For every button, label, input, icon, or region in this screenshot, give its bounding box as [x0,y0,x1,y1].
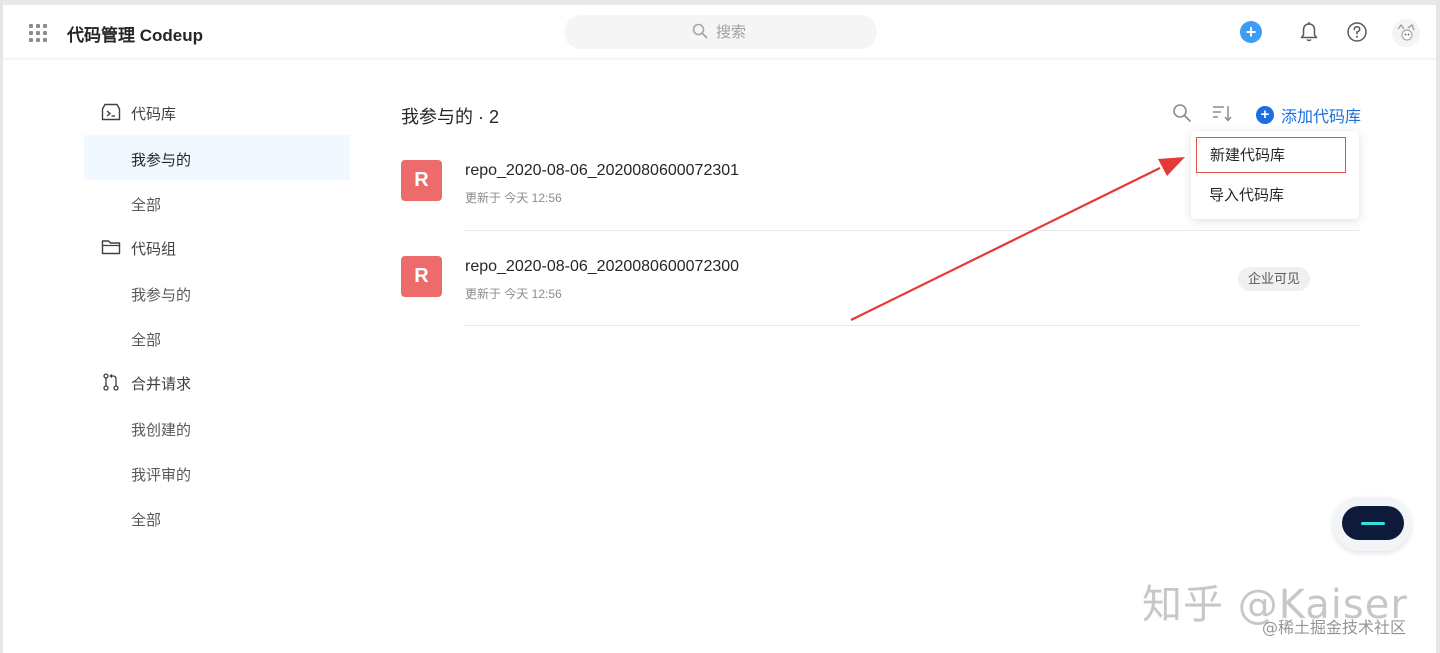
sidebar-item-label: 我创建的 [131,422,192,439]
list-search-icon[interactable] [1172,103,1192,123]
sidebar-group-label: 合并请求 [131,376,192,393]
sidebar-group-merge-requests[interactable]: 合并请求 [84,360,350,405]
sidebar-item-label: 我参与的 [131,287,192,304]
bot-icon [1342,506,1404,540]
assistant-bot-button[interactable] [1333,497,1411,551]
repo-avatar: R [401,160,442,201]
merge-request-icon [103,373,119,391]
window-frame-right [1436,0,1440,653]
sidebar-group-code-groups[interactable]: 代码组 [84,225,350,270]
repo-list-item[interactable]: R repo_2020-08-06_2020080600072300 更新于 今… [401,256,1360,352]
sidebar-item-groups-mine[interactable]: 我参与的 [84,270,350,315]
sidebar-item-repos-all[interactable]: 全部 [84,180,350,225]
user-avatar[interactable] [1392,19,1420,47]
sort-icon[interactable] [1211,103,1233,123]
global-search[interactable] [564,15,877,49]
menu-item-new-repo[interactable]: 新建代码库 [1196,137,1346,173]
top-header: 代码管理 Codeup + [3,5,1436,59]
add-repo-dropdown: 新建代码库 导入代码库 [1191,131,1359,219]
repo-name-link[interactable]: repo_2020-08-06_2020080600072301 [465,162,739,180]
sidebar-item-mr-created[interactable]: 我创建的 [84,405,350,450]
sidebar-group-label: 代码库 [131,106,177,123]
sidebar-item-label: 全部 [131,332,162,349]
sidebar-item-label: 全部 [131,512,162,529]
sidebar-item-mr-all[interactable]: 全部 [84,495,350,540]
app-grid-icon[interactable] [29,24,47,42]
sidebar-item-label: 我评审的 [131,467,192,484]
repo-updated-time: 更新于 今天 12:56 [465,191,562,205]
folder-icon [101,240,121,255]
add-repo-label: 添加代码库 [1281,109,1362,126]
bell-icon[interactable] [1299,21,1319,43]
repo-avatar: R [401,256,442,297]
window-frame-left [0,0,3,653]
sidebar-nav: 代码库 我参与的 全部 代码组 我参与的 全部 合并请求 我创建的 我评审的 全… [84,90,350,540]
app-title[interactable]: 代码管理 Codeup [67,21,203,46]
menu-item-import-repo[interactable]: 导入代码库 [1196,178,1346,214]
sidebar-group-label: 代码组 [131,241,177,258]
add-repo-button[interactable]: + 添加代码库 [1256,104,1361,126]
search-icon [692,23,708,39]
page-title: 我参与的 · 2 [401,107,500,127]
watermark-juejin: @稀土掘金技术社区 [1262,618,1407,637]
create-plus-icon[interactable]: + [1240,21,1262,43]
sidebar-item-repos-mine[interactable]: 我参与的 [84,135,350,180]
sidebar-item-mr-reviewing[interactable]: 我评审的 [84,450,350,495]
sidebar-group-repos[interactable]: 代码库 [84,90,350,135]
row-divider [464,325,1360,326]
sidebar-item-label: 我参与的 [131,152,192,169]
terminal-icon [101,103,121,121]
repo-name-link[interactable]: repo_2020-08-06_2020080600072300 [465,258,739,276]
sidebar-item-groups-all[interactable]: 全部 [84,315,350,360]
visibility-badge: 企业可见 [1238,267,1311,291]
help-icon[interactable] [1346,21,1368,43]
sidebar-item-label: 全部 [131,197,162,214]
plus-circle-icon: + [1256,106,1274,124]
search-input[interactable] [716,21,836,43]
row-divider [464,230,1360,231]
avatar-image-icon [1392,19,1420,47]
repo-updated-time: 更新于 今天 12:56 [465,287,562,301]
